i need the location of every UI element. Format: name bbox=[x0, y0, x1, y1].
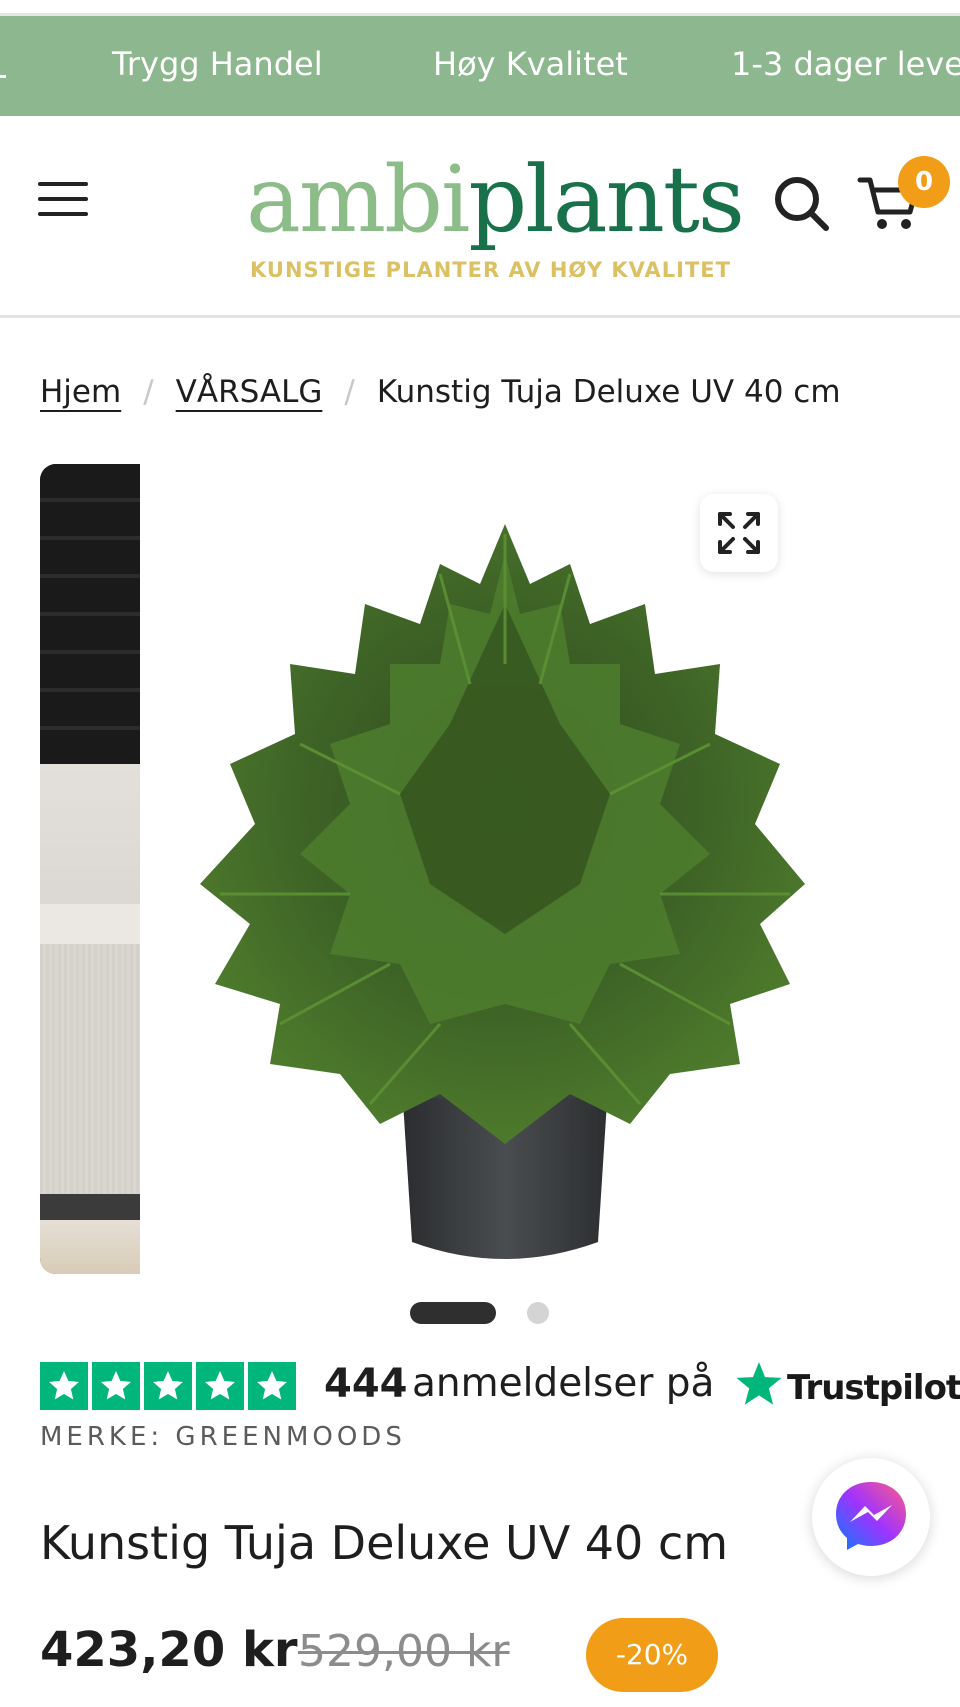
review-count: 444 bbox=[324, 1361, 408, 1407]
star-icon bbox=[144, 1362, 192, 1410]
breadcrumb-current: Kunstig Tuja Deluxe UV 40 cm bbox=[376, 374, 841, 410]
trustpilot-star-icon bbox=[736, 1362, 782, 1405]
product-main-image[interactable] bbox=[140, 464, 930, 1274]
announcement-item: 1-3 dager leve bbox=[731, 45, 960, 83]
trustpilot-widget[interactable]: 444 anmeldelser på Trustpilot bbox=[40, 1356, 960, 1412]
breadcrumb-link-home[interactable]: Hjem bbox=[40, 374, 121, 410]
site-header: ambiplants KUNSTIGE PLANTER AV HØY KVALI… bbox=[0, 116, 960, 318]
star-icon bbox=[196, 1362, 244, 1410]
gallery-dot[interactable] bbox=[527, 1302, 549, 1324]
announcement-item: Trygg Handel bbox=[112, 45, 323, 83]
gallery-pagination bbox=[0, 1302, 960, 1326]
trustpilot-rating-stars bbox=[40, 1362, 298, 1410]
messenger-icon bbox=[836, 1482, 906, 1550]
breadcrumb: Hjem / VÅRSALG / Kunstig Tuja Deluxe UV 40 c… bbox=[40, 374, 841, 424]
star-icon bbox=[248, 1362, 296, 1410]
messenger-chat-button[interactable] bbox=[812, 1458, 930, 1576]
announcement-bar: Trygg Handel Høy Kvalitet 1-3 dager leve bbox=[0, 16, 960, 116]
star-icon bbox=[92, 1362, 140, 1410]
announcement-separator bbox=[0, 75, 6, 78]
expand-icon bbox=[718, 512, 760, 554]
star-icon bbox=[40, 1362, 88, 1410]
logo-wordmark: ambiplants bbox=[246, 146, 745, 253]
announcement-item: Høy Kvalitet bbox=[433, 45, 628, 83]
original-price: 529,00 kr bbox=[298, 1626, 510, 1677]
expand-image-button[interactable] bbox=[700, 494, 778, 572]
cart-count-badge: 0 bbox=[898, 156, 950, 208]
discount-badge: -20% bbox=[586, 1618, 718, 1692]
breadcrumb-separator: / bbox=[344, 374, 355, 410]
trustpilot-logo-text: Trustpilot bbox=[787, 1368, 960, 1408]
hamburger-menu-icon[interactable] bbox=[38, 182, 90, 222]
search-icon[interactable] bbox=[772, 174, 832, 234]
site-logo[interactable]: ambiplants KUNSTIGE PLANTER AV HØY KVALI… bbox=[246, 130, 745, 290]
breadcrumb-separator: / bbox=[143, 374, 154, 410]
gallery-previous-image[interactable] bbox=[40, 464, 140, 1274]
review-text: anmeldelser på bbox=[412, 1361, 715, 1406]
status-divider bbox=[0, 0, 960, 16]
gallery-dot-active[interactable] bbox=[410, 1302, 496, 1324]
sale-price: 423,20 kr bbox=[40, 1622, 298, 1678]
product-brand: MERKE: GREENMOODS bbox=[40, 1422, 406, 1452]
price-row: 423,20 kr 529,00 kr -20% bbox=[40, 1612, 940, 1696]
breadcrumb-link-category[interactable]: VÅRSALG bbox=[176, 374, 323, 410]
product-title: Kunstig Tuja Deluxe UV 40 cm bbox=[40, 1516, 729, 1570]
logo-tagline: KUNSTIGE PLANTER AV HØY KVALITET bbox=[250, 258, 731, 282]
